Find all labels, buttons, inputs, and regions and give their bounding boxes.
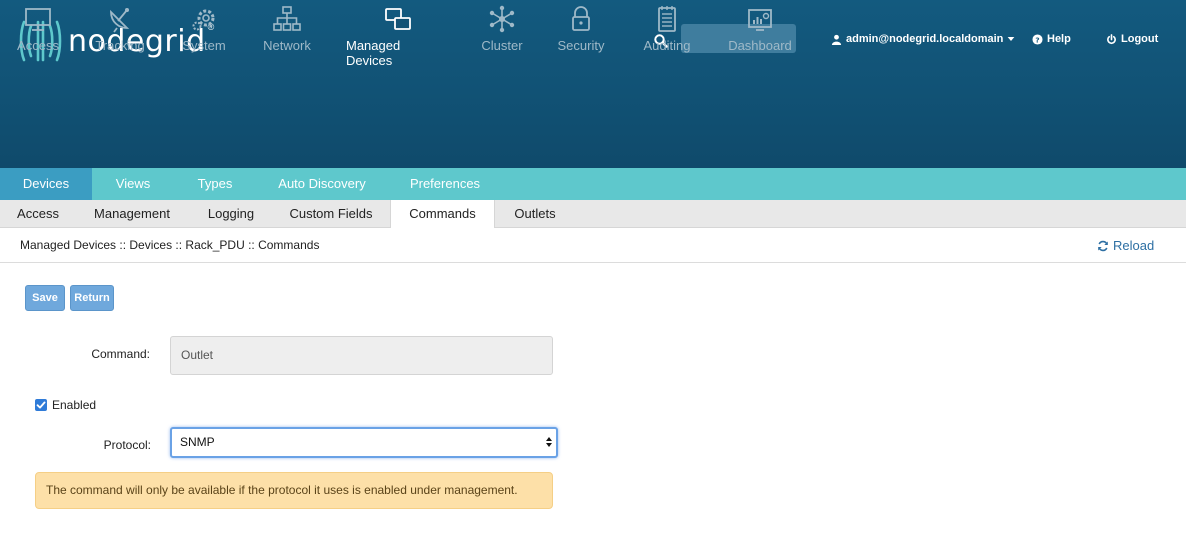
tab-auto-discovery[interactable]: Auto Discovery: [268, 168, 376, 200]
nav-security[interactable]: Security: [554, 0, 608, 72]
nav-network-label: Network: [263, 38, 311, 53]
subtab-commands[interactable]: Commands: [390, 200, 495, 229]
caret-down-icon: [1008, 37, 1015, 41]
nav-dashboard[interactable]: Dashboard: [726, 0, 794, 72]
nav-auditing-label: Auditing: [643, 38, 691, 53]
power-icon: [1107, 33, 1116, 44]
nav-managed-devices[interactable]: Managed Devices: [346, 0, 450, 72]
save-button[interactable]: Save: [25, 285, 65, 311]
user-menu-label: admin@nodegrid.localdomain: [846, 33, 1004, 45]
user-icon: [831, 34, 842, 45]
nav-cluster-label: Cluster: [481, 38, 523, 53]
nav-tracking[interactable]: Tracking: [86, 0, 154, 72]
nav-tracking-label: Tracking: [95, 38, 145, 53]
monitor-icon: [25, 8, 51, 31]
command-field: Outlet: [170, 336, 553, 375]
protocol-label: Protocol:: [103, 438, 151, 452]
help-link[interactable]: ? Help: [1032, 33, 1071, 45]
logout-label: Logout: [1121, 33, 1159, 45]
refresh-icon: [1098, 240, 1108, 251]
satellite-dish-icon: [110, 8, 130, 33]
tab-preferences[interactable]: Preferences: [400, 168, 490, 200]
reload-label: Reload: [1113, 238, 1155, 253]
nav-access[interactable]: Access: [0, 0, 76, 72]
gears-icon: [192, 9, 215, 31]
dashboard-icon: [748, 9, 772, 31]
command-label: Command:: [91, 347, 150, 361]
enabled-checkbox[interactable]: [35, 399, 47, 411]
nav-dashboard-label: Dashboard: [728, 38, 792, 53]
lock-icon: [572, 6, 590, 31]
notepad-icon: [658, 6, 676, 32]
nav-access-label: Access: [17, 38, 59, 53]
nav-system-label: System: [182, 38, 226, 53]
warning-alert: The command will only be available if th…: [35, 472, 553, 509]
protocol-selected-value: SNMP: [180, 435, 215, 449]
nav-cluster[interactable]: Cluster: [478, 0, 526, 72]
protocol-select[interactable]: SNMP: [170, 427, 558, 458]
tab-types[interactable]: Types: [186, 168, 244, 200]
select-arrows-icon: [546, 437, 552, 447]
subtab-access[interactable]: Access: [0, 200, 76, 228]
help-label: Help: [1047, 33, 1071, 45]
subtab-custom-fields[interactable]: Custom Fields: [280, 200, 382, 228]
network-icon: [273, 6, 301, 31]
breadcrumb: Managed Devices :: Devices :: Rack_PDU :…: [20, 238, 320, 252]
tab-devices[interactable]: Devices: [0, 168, 92, 200]
app-header: nodegrid ® admin@nodegrid.localdomain ? …: [0, 0, 1186, 168]
secondary-tabs: Access Management Logging Custom Fields …: [0, 200, 1186, 229]
devices-icon: [385, 8, 411, 30]
nav-network[interactable]: Network: [256, 0, 318, 72]
primary-tabs: Devices Views Types Auto Discovery Prefe…: [0, 168, 1186, 200]
checkmark-icon: [36, 401, 46, 409]
reload-button[interactable]: Reload: [1097, 238, 1154, 253]
subtab-logging[interactable]: Logging: [196, 200, 266, 228]
cluster-icon: [489, 5, 515, 33]
nav-managed-devices-label: Managed Devices: [346, 38, 401, 68]
return-button[interactable]: Return: [70, 285, 114, 311]
breadcrumb-bar: Managed Devices :: Devices :: Rack_PDU :…: [0, 228, 1186, 263]
nav-security-label: Security: [557, 38, 605, 53]
tab-views[interactable]: Views: [102, 168, 164, 200]
subtab-outlets[interactable]: Outlets: [503, 200, 567, 228]
help-icon: ?: [1032, 33, 1043, 45]
logout-link[interactable]: Logout: [1106, 33, 1158, 45]
svg-text:?: ?: [1035, 35, 1039, 44]
nav-system[interactable]: System: [176, 0, 232, 72]
enabled-label: Enabled: [52, 398, 97, 412]
user-menu[interactable]: admin@nodegrid.localdomain: [831, 33, 1015, 45]
nav-auditing[interactable]: Auditing: [640, 0, 694, 72]
subtab-management[interactable]: Management: [82, 200, 182, 228]
